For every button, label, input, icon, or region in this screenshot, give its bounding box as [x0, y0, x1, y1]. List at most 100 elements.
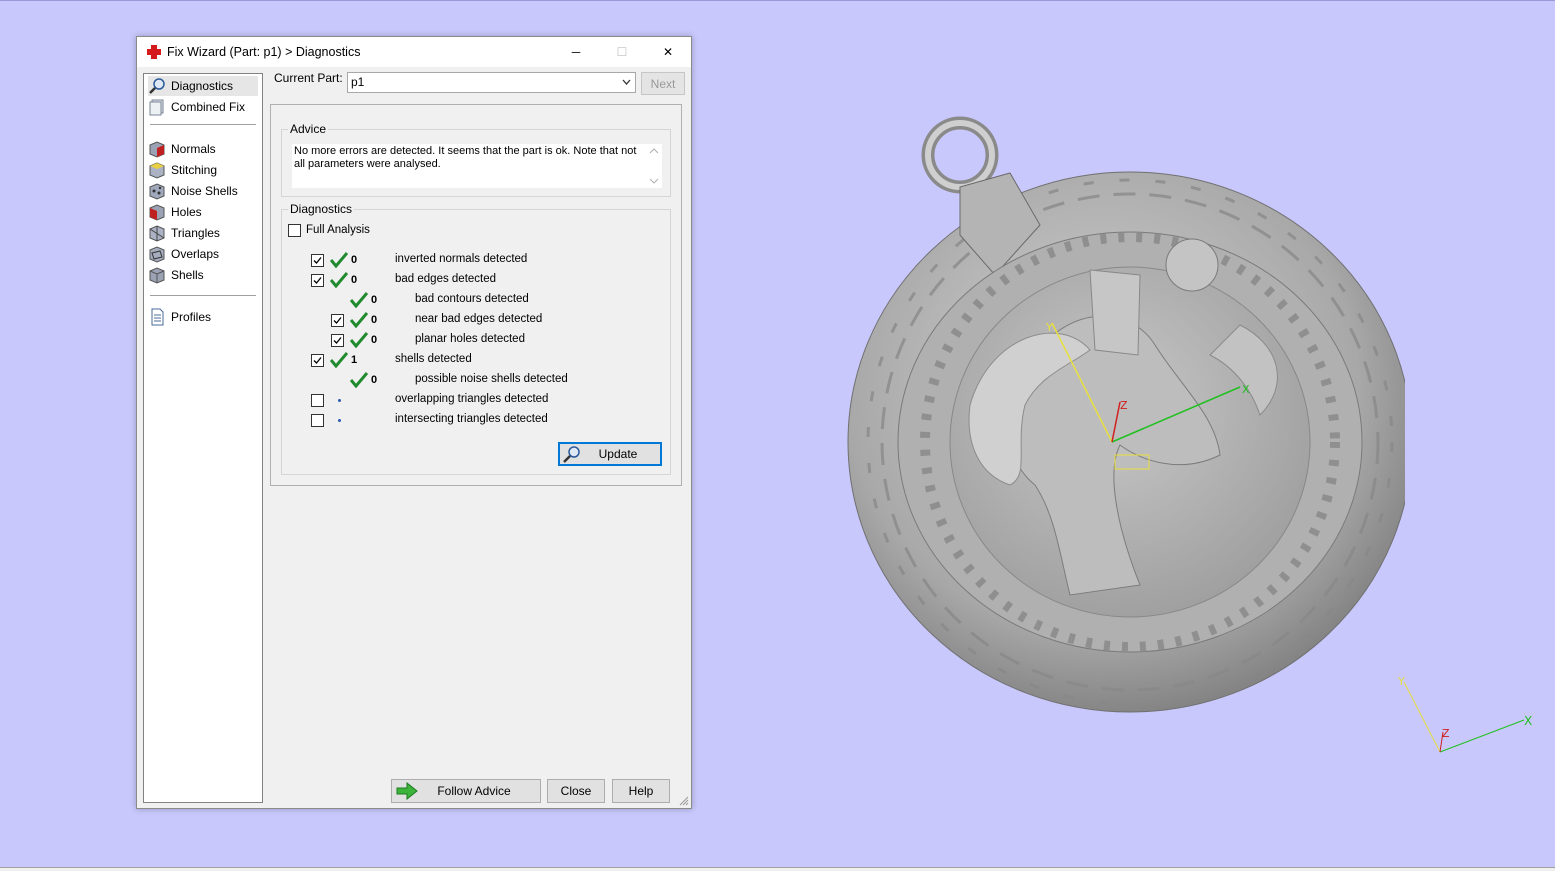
check-ok-icon [350, 292, 368, 308]
pendant-model[interactable]: Y X Z [820, 115, 1405, 720]
bad-contours-count: 0 [371, 294, 378, 306]
shells-checkbox[interactable] [311, 354, 324, 367]
profiles-document-icon [151, 308, 164, 326]
sidebar-item-triangles[interactable]: Triangles [148, 223, 258, 243]
holes-cube-icon [149, 204, 165, 221]
corner-z-label: Z [1442, 727, 1450, 740]
sidebar-item-label: Combined Fix [171, 100, 246, 114]
advice-scrollbar[interactable] [646, 144, 662, 188]
magnifier-icon [149, 78, 165, 94]
noise-shells-count: 0 [371, 374, 378, 386]
shells-label: shells detected [395, 353, 472, 365]
minimize-icon: ─ [571, 45, 581, 59]
fix-wizard-cross-icon [147, 45, 161, 59]
sidebar-item-label: Shells [171, 268, 204, 282]
sidebar-item-shells[interactable]: Shells [148, 265, 258, 285]
maximize-icon: ☐ [616, 45, 628, 59]
wizard-sidebar: Diagnostics Combined Fix Normals Stitchi… [143, 73, 263, 803]
update-label: Update [598, 447, 638, 461]
title-bar[interactable]: Fix Wizard (Part: p1) > Diagnostics ─ ☐ … [137, 37, 691, 67]
inverted-normals-label: inverted normals detected [395, 253, 528, 265]
corner-x-label: X [1524, 714, 1532, 728]
help-button[interactable]: Help [612, 779, 670, 803]
near-bad-edges-checkbox[interactable] [331, 314, 344, 327]
sidebar-item-label: Stitching [171, 163, 218, 177]
check-ok-icon [330, 252, 348, 268]
sidebar-item-diagnostics[interactable]: Diagnostics [148, 76, 258, 96]
sidebar-separator [150, 295, 256, 296]
sidebar-item-stitching[interactable]: Stitching [148, 160, 258, 180]
stitching-cube-icon [149, 162, 165, 179]
inverted-normals-checkbox[interactable] [311, 254, 324, 267]
bad-contours-label: bad contours detected [415, 293, 529, 305]
advice-group: Advice No more errors are detected. It s… [281, 122, 671, 197]
sidebar-item-label: Holes [171, 205, 202, 219]
overlapping-triangles-checkbox[interactable] [311, 394, 324, 407]
not-analysed-dot-icon [338, 419, 341, 422]
full-analysis-label: Full Analysis [306, 224, 370, 236]
sidebar-item-label: Diagnostics [171, 79, 234, 93]
planar-holes-count: 0 [371, 334, 378, 346]
bad-edges-checkbox[interactable] [311, 274, 324, 287]
advice-text: No more errors are detected. It seems th… [292, 144, 646, 188]
maximize-button[interactable]: ☐ [599, 37, 645, 67]
normals-cube-icon [149, 141, 165, 158]
sidebar-item-normals[interactable]: Normals [148, 139, 258, 159]
close-button[interactable]: Close [547, 779, 605, 803]
diagnostics-title: Diagnostics [288, 202, 355, 216]
not-analysed-dot-icon [338, 399, 341, 402]
window-title: Fix Wizard (Part: p1) > Diagnostics [167, 45, 361, 59]
fix-wizard-dialog[interactable]: Fix Wizard (Part: p1) > Diagnostics ─ ☐ … [136, 36, 692, 809]
planar-holes-checkbox[interactable] [331, 334, 344, 347]
sidebar-item-label: Normals [171, 142, 216, 156]
full-analysis-checkbox[interactable] [288, 224, 301, 237]
combined-fix-icon [149, 99, 164, 116]
intersecting-triangles-label: intersecting triangles detected [395, 413, 548, 425]
near-bad-edges-count: 0 [371, 314, 378, 326]
viewport-top-border [0, 0, 1555, 1]
corner-y-label: Y [1397, 675, 1405, 688]
current-part-value: p1 [351, 75, 365, 89]
sidebar-item-overlaps[interactable]: Overlaps [148, 244, 258, 264]
green-arrow-right-icon [396, 782, 418, 800]
diagnostics-group: Diagnostics Full Analysis 0 inverted nor… [281, 202, 671, 475]
noise-shells-cube-icon [149, 183, 165, 200]
sidebar-item-label: Overlaps [171, 247, 220, 261]
diagnostics-panel: Advice No more errors are detected. It s… [270, 104, 682, 486]
check-ok-icon [350, 372, 368, 388]
advice-title: Advice [288, 122, 329, 136]
shells-count: 1 [351, 354, 358, 366]
triangles-cube-icon [149, 225, 165, 242]
intersecting-triangles-checkbox[interactable] [311, 414, 324, 427]
close-window-button[interactable]: ✕ [645, 37, 691, 67]
follow-advice-label: Follow Advice [437, 784, 511, 798]
next-button[interactable]: Next [641, 72, 685, 95]
planar-holes-label: planar holes detected [415, 333, 525, 345]
magnifier-icon [563, 446, 580, 463]
current-part-label: Current Part: [274, 71, 343, 85]
inverted-normals-count: 0 [351, 254, 358, 266]
near-bad-edges-label: near bad edges detected [415, 313, 543, 325]
sidebar-item-combined-fix[interactable]: Combined Fix [148, 97, 258, 117]
check-ok-icon [330, 272, 348, 288]
resize-grip-icon[interactable] [679, 796, 689, 806]
sidebar-item-noise-shells[interactable]: Noise Shells [148, 181, 258, 201]
follow-advice-button[interactable]: Follow Advice [391, 779, 541, 803]
minimize-button[interactable]: ─ [553, 37, 599, 67]
gizmo-x-label: X [1242, 383, 1250, 396]
viewport-bottom-border [0, 867, 1555, 871]
bad-edges-label: bad edges detected [395, 273, 497, 285]
bad-edges-count: 0 [351, 274, 358, 286]
noise-shells-label: possible noise shells detected [415, 373, 568, 385]
sidebar-item-profiles[interactable]: Profiles [148, 307, 258, 327]
gizmo-y-label: Y [1045, 321, 1053, 334]
update-button[interactable]: Update [558, 442, 662, 466]
overlaps-cube-icon [149, 246, 165, 263]
sidebar-item-holes[interactable]: Holes [148, 202, 258, 222]
orientation-axes: Y X Z [1397, 675, 1532, 753]
gizmo-z-label: Z [1120, 399, 1128, 412]
check-ok-icon [350, 312, 368, 328]
chevron-down-icon [622, 79, 631, 85]
current-part-select[interactable]: p1 [347, 72, 636, 93]
shells-cube-icon [149, 267, 165, 284]
